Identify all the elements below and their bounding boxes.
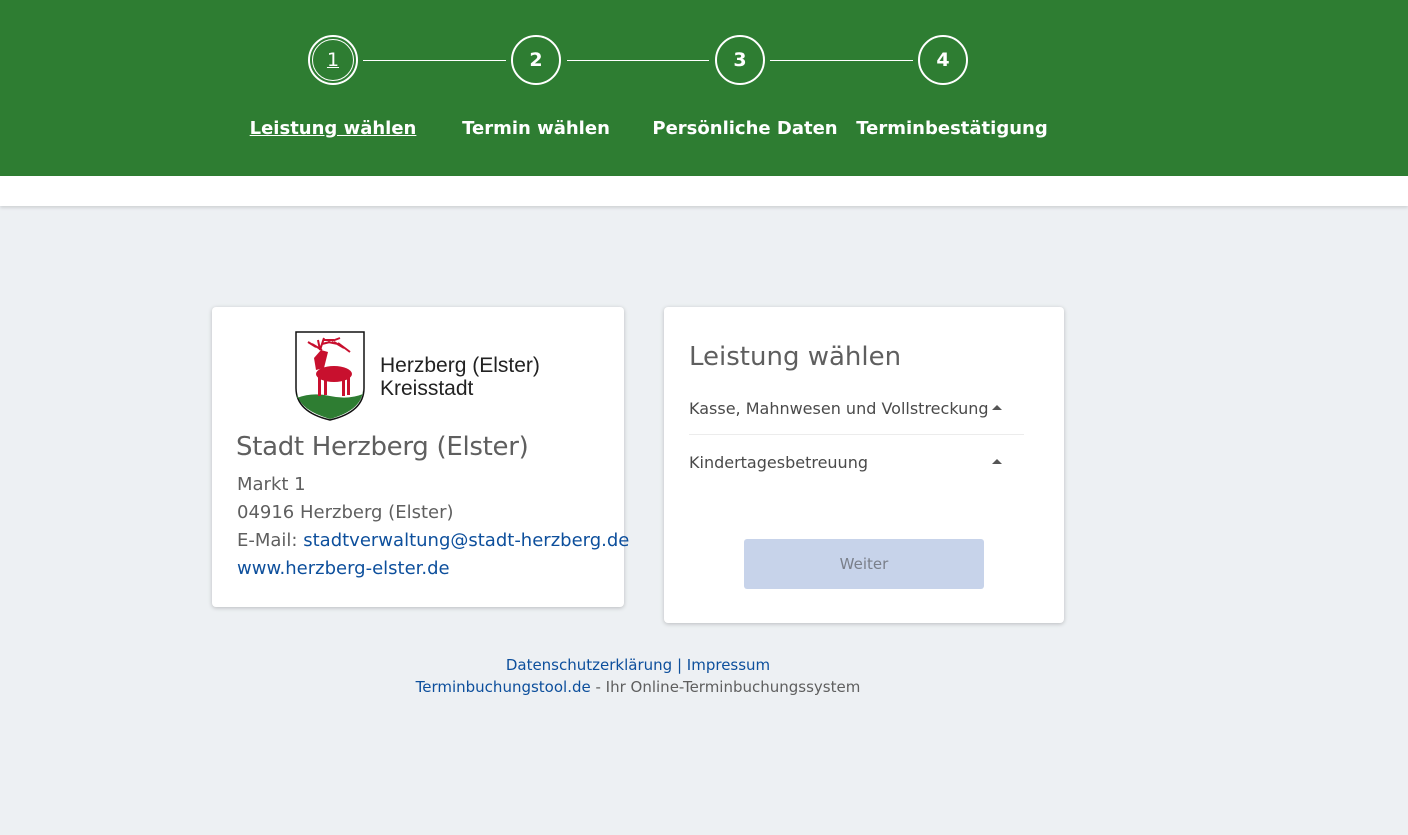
step-connector [363, 60, 506, 61]
category-label: Kasse, Mahnwesen und Vollstreckung [689, 399, 989, 418]
address-street: Markt 1 [237, 474, 306, 495]
category-kasse[interactable]: Kasse, Mahnwesen und Vollstreckung [689, 399, 1024, 418]
imprint-link[interactable]: Impressum [687, 656, 770, 674]
website-link[interactable]: www.herzberg-elster.de [237, 558, 450, 579]
step-3-label: Persönliche Daten [652, 118, 838, 139]
stepper-header: 1 2 3 4 Leistung wählen Termin wählen Pe… [0, 0, 1408, 176]
footer-legal-links: Datenschutzerklärung | Impressum [0, 656, 1276, 674]
step-connector [567, 60, 709, 61]
website-row: www.herzberg-elster.de [237, 558, 450, 579]
coat-of-arms-icon [295, 331, 365, 421]
step-3-circle: 3 [715, 35, 765, 85]
category-label: Kindertagesbetreuung [689, 453, 868, 472]
step-connector [770, 60, 913, 61]
category-kindertagesbetreuung[interactable]: Kindertagesbetreuung [689, 453, 1024, 472]
terminbuchungstool-link[interactable]: Terminbuchungstool.de [416, 678, 591, 696]
organization-name: Stadt Herzberg (Elster) [236, 432, 529, 462]
email-link[interactable]: stadtverwaltung@stadt-herzberg.de [303, 530, 629, 551]
step-4-circle: 4 [918, 35, 968, 85]
step-4-label: Terminbestätigung [856, 118, 1048, 139]
logo-line-2: Kreisstadt [380, 377, 474, 400]
address-city: 04916 Herzberg (Elster) [237, 502, 454, 523]
category-divider [689, 434, 1024, 435]
email-row: E-Mail: stadtverwaltung@stadt-herzberg.d… [237, 530, 629, 551]
footer-tool-suffix: - Ihr Online-Terminbuchungssystem [590, 678, 861, 696]
next-button[interactable]: Weiter [744, 539, 984, 589]
email-label: E-Mail: [237, 530, 298, 551]
footer-separator: | [676, 656, 683, 674]
city-logo: Herzberg (Elster) Kreisstadt [294, 330, 554, 422]
caret-up-icon [992, 405, 1002, 410]
panel-title: Leistung wählen [689, 342, 902, 372]
privacy-link[interactable]: Datenschutzerklärung [506, 656, 672, 674]
step-1-circle[interactable]: 1 [308, 35, 358, 85]
step-2-label: Termin wählen [462, 118, 610, 139]
header-subbar [0, 176, 1408, 206]
logo-line-1: Herzberg (Elster) [380, 354, 540, 377]
footer-tool-line: Terminbuchungstool.de - Ihr Online-Termi… [0, 678, 1276, 696]
step-1-label[interactable]: Leistung wählen [250, 118, 417, 139]
caret-up-icon [992, 459, 1002, 464]
step-2-circle: 2 [511, 35, 561, 85]
